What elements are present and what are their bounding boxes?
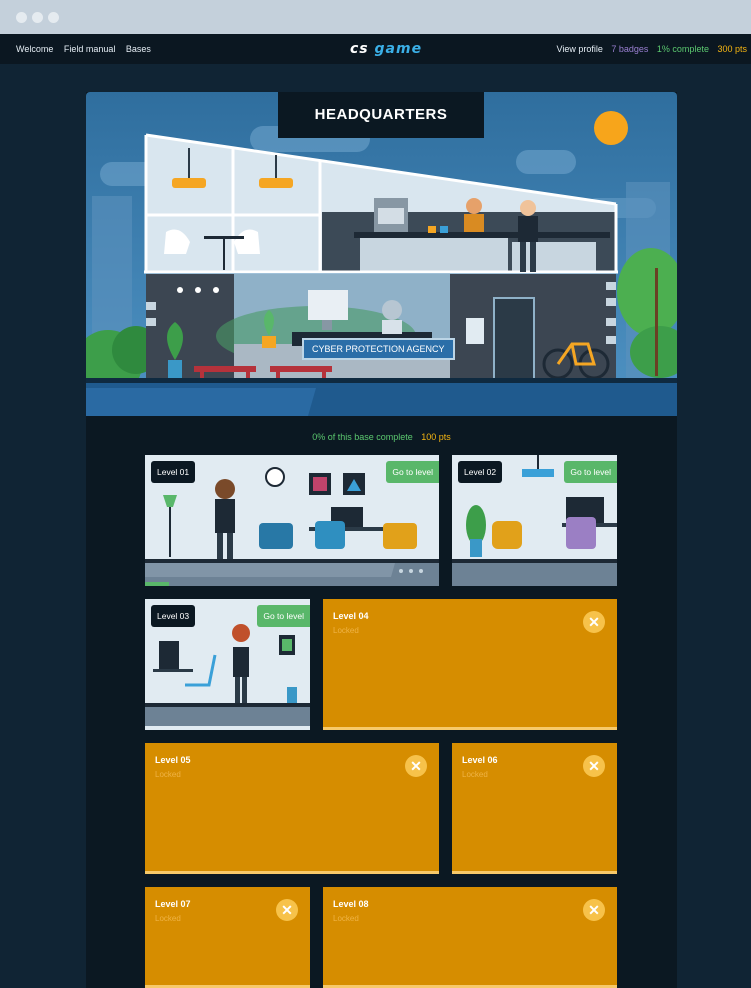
level-02-go-button[interactable]: Go to level bbox=[564, 461, 617, 483]
logo-game: game bbox=[374, 41, 423, 57]
base-points-text: 100 pts bbox=[421, 432, 451, 442]
base-panel: HEADQUARTERS CYBER PROTECTION AGENCY 0% … bbox=[86, 92, 677, 988]
app-logo[interactable]: cs game bbox=[350, 41, 422, 57]
hq-scene bbox=[86, 92, 677, 416]
window-minimize-dot[interactable] bbox=[32, 12, 43, 23]
sun-icon bbox=[594, 111, 628, 145]
logo-cs: cs bbox=[350, 41, 369, 57]
level-05-status: Locked bbox=[155, 770, 181, 779]
browser-chrome bbox=[0, 0, 751, 34]
level-01-label: Level 01 bbox=[151, 461, 196, 483]
level-card-07[interactable]: Level 07 Locked ✕ bbox=[145, 887, 310, 988]
nav-welcome[interactable]: Welcome bbox=[16, 44, 53, 54]
level-03-label: Level 03 bbox=[151, 605, 196, 627]
level-08-label: Level 08 bbox=[333, 899, 369, 909]
level-05-label: Level 05 bbox=[155, 755, 191, 765]
top-nav: Welcome Field manual Bases cs game View … bbox=[0, 34, 751, 64]
level-06-status: Locked bbox=[462, 770, 488, 779]
level-card-04[interactable]: Level 04 Locked ✕ bbox=[323, 599, 617, 730]
level-04-label: Level 04 bbox=[333, 611, 369, 621]
level-05-locked-icon[interactable]: ✕ bbox=[405, 755, 427, 777]
agency-sign: CYBER PROTECTION AGENCY bbox=[302, 338, 455, 360]
level-card-02[interactable]: Level 02 Go to level bbox=[452, 455, 617, 586]
badges-count: 7 badges bbox=[611, 44, 649, 54]
level-04-locked-icon[interactable]: ✕ bbox=[583, 611, 605, 633]
nav-bases[interactable]: Bases bbox=[126, 44, 151, 54]
points-total: 300 pts bbox=[717, 44, 747, 54]
level-08-status: Locked bbox=[333, 914, 359, 923]
level-card-06[interactable]: Level 06 Locked ✕ bbox=[452, 743, 617, 874]
level-02-label: Level 02 bbox=[458, 461, 503, 483]
headquarters-illustration: HEADQUARTERS CYBER PROTECTION AGENCY bbox=[86, 92, 677, 416]
base-completion-text: 0% of this base complete bbox=[312, 432, 413, 442]
nav-field-manual[interactable]: Field manual bbox=[64, 44, 116, 54]
level-08-locked-icon[interactable]: ✕ bbox=[583, 899, 605, 921]
level-card-03[interactable]: Level 03 Go to level bbox=[145, 599, 310, 730]
level-03-go-button[interactable]: Go to level bbox=[257, 605, 310, 627]
level-card-05[interactable]: Level 05 Locked ✕ bbox=[145, 743, 439, 874]
level-04-status: Locked bbox=[333, 626, 359, 635]
base-progress: 0% of this base complete 100 pts bbox=[86, 432, 677, 442]
level-07-locked-icon[interactable]: ✕ bbox=[276, 899, 298, 921]
level-card-01[interactable]: Level 01 Go to level bbox=[145, 455, 439, 586]
page-background: HEADQUARTERS CYBER PROTECTION AGENCY 0% … bbox=[0, 64, 751, 988]
level-07-status: Locked bbox=[155, 914, 181, 923]
view-profile-link[interactable]: View profile bbox=[556, 44, 602, 54]
level-01-go-button[interactable]: Go to level bbox=[386, 461, 439, 483]
level-07-label: Level 07 bbox=[155, 899, 191, 909]
window-close-dot[interactable] bbox=[16, 12, 27, 23]
level-06-label: Level 06 bbox=[462, 755, 498, 765]
level-06-locked-icon[interactable]: ✕ bbox=[583, 755, 605, 777]
level-card-08[interactable]: Level 08 Locked ✕ bbox=[323, 887, 617, 988]
hq-title: HEADQUARTERS bbox=[278, 92, 484, 138]
window-maximize-dot[interactable] bbox=[48, 12, 59, 23]
completion-percent: 1% complete bbox=[656, 44, 709, 54]
